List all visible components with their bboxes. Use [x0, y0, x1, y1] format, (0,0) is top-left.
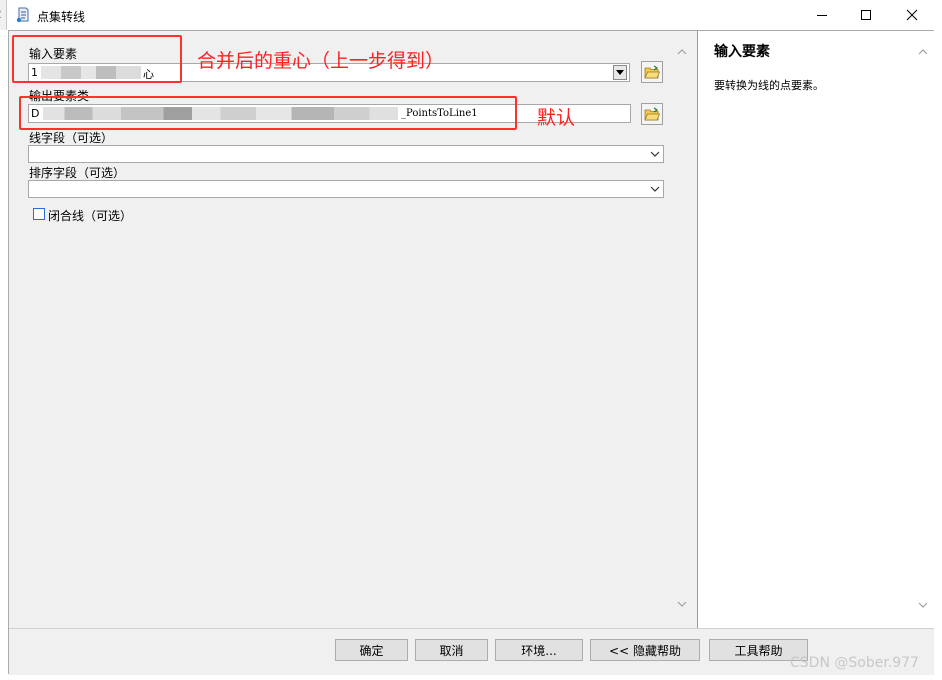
close-button[interactable]	[889, 0, 935, 30]
environments-button[interactable]: 环境...	[495, 639, 583, 661]
annotation-output-note: 默认	[537, 107, 576, 129]
annotation-box-output	[19, 96, 517, 130]
annotation-input-note: 合并后的重心（上一步得到）	[197, 50, 445, 72]
input-features-dropdown-button[interactable]	[613, 65, 627, 80]
scroll-down-icon[interactable]	[677, 601, 687, 608]
ok-button[interactable]: 确定	[335, 639, 408, 661]
open-folder-icon	[644, 65, 660, 79]
hide-help-button[interactable]: << 隐藏帮助	[590, 639, 700, 661]
line-field-label: 线字段（可选）	[29, 131, 114, 145]
output-feature-class-browse-button[interactable]	[641, 103, 663, 125]
close-line-checkbox[interactable]	[33, 208, 45, 220]
scroll-up-icon[interactable]	[918, 48, 928, 55]
sort-field-select[interactable]	[28, 180, 664, 198]
open-folder-icon	[644, 107, 660, 121]
parameters-scrollbar[interactable]	[673, 40, 691, 620]
help-title: 输入要素	[714, 44, 770, 60]
scroll-up-icon[interactable]	[677, 48, 687, 55]
window-title: 点集转线	[37, 10, 86, 24]
maximize-button[interactable]	[843, 0, 889, 30]
watermark: CSDN @Sober.977	[790, 655, 919, 671]
dropdown-arrow-icon	[616, 70, 624, 75]
input-features-browse-button[interactable]	[641, 61, 663, 83]
help-pane: 输入要素 要转换为线的点要素。	[697, 31, 934, 628]
close-line-label: 闭合线（可选）	[48, 209, 133, 223]
help-text: 要转换为线的点要素。	[714, 79, 824, 92]
close-icon	[906, 9, 918, 21]
chevron-down-icon	[650, 186, 660, 192]
scroll-down-icon[interactable]	[918, 602, 928, 609]
annotation-box-input	[12, 35, 182, 83]
background-window-fragment: 2	[0, 7, 2, 21]
cancel-button[interactable]: 取消	[415, 639, 488, 661]
chevron-down-icon	[650, 151, 660, 157]
sort-field-label: 排序字段（可选）	[29, 166, 126, 180]
minimize-button[interactable]	[799, 0, 845, 30]
toolbox-script-icon	[16, 7, 29, 23]
minimize-icon	[817, 15, 827, 16]
line-field-select[interactable]	[28, 145, 664, 163]
maximize-icon	[861, 10, 871, 20]
background-window-edge: 2	[0, 0, 7, 30]
